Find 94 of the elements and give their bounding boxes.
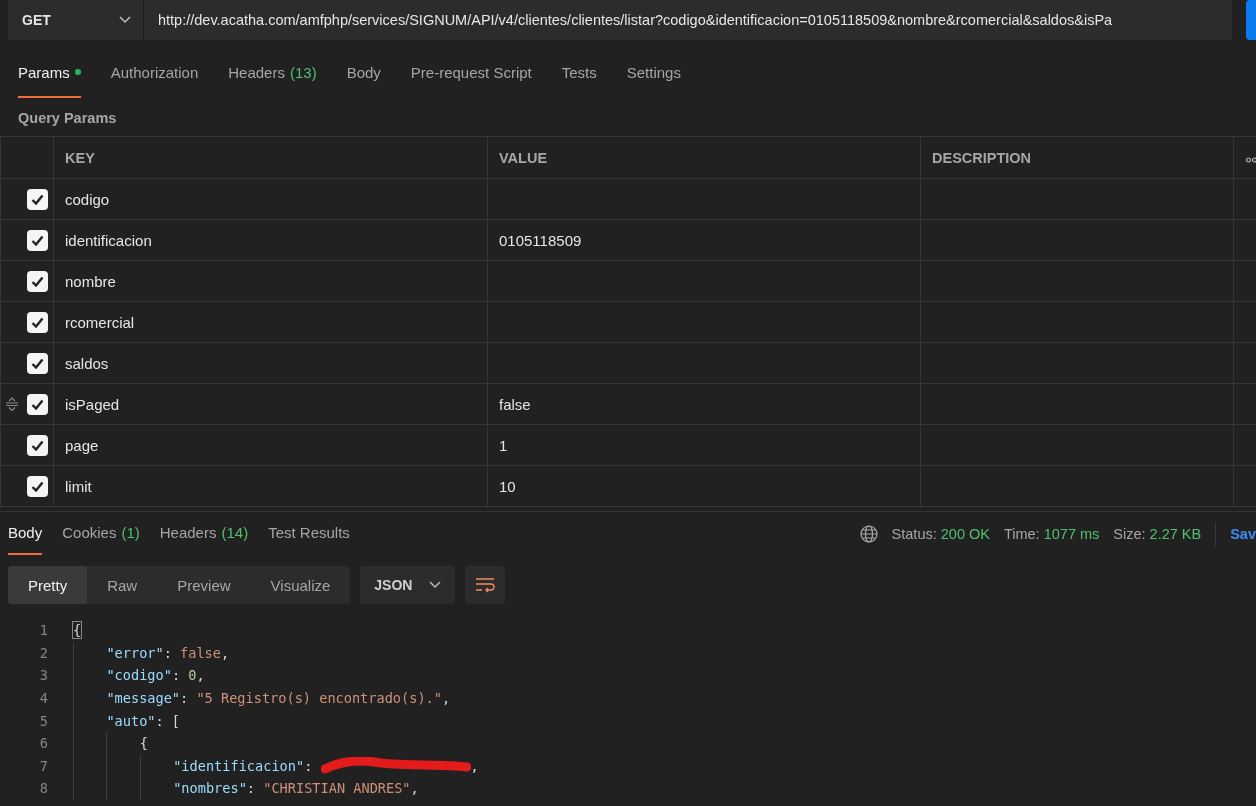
checkmark-icon	[31, 234, 44, 246]
request-tab[interactable]: Pre-request Script	[410, 48, 532, 98]
view-mode-tab[interactable]: Pretty	[8, 566, 88, 604]
checkbox[interactable]	[27, 229, 48, 251]
checkbox[interactable]	[27, 311, 48, 333]
section-title: Query Params	[18, 110, 117, 126]
view-mode-tab[interactable]: Raw	[87, 566, 158, 604]
request-tab[interactable]: Headers (13)	[228, 48, 317, 98]
line-number: 6	[38, 735, 48, 752]
code-token: ,	[410, 780, 419, 797]
line-number: 8	[38, 780, 48, 797]
line-number: 1	[38, 622, 48, 639]
request-tab[interactable]: Authorization	[110, 48, 199, 98]
line-number: 2	[38, 644, 48, 661]
code-token: false	[180, 644, 221, 661]
code-token: :	[171, 667, 182, 684]
checkmark-icon	[31, 193, 44, 205]
line-number: 7	[38, 757, 48, 774]
code-token: :	[304, 757, 314, 774]
wrap-lines-icon[interactable]	[465, 566, 506, 604]
checkbox[interactable]	[27, 352, 48, 374]
param-key: rcomercial	[65, 313, 135, 331]
chevron-down-icon	[429, 581, 442, 589]
code-token: :	[180, 690, 190, 707]
checkmark-icon	[31, 316, 44, 328]
column-header: DESCRIPTION	[932, 149, 1032, 166]
param-key: isPaged	[65, 395, 120, 413]
param-key: page	[65, 436, 99, 454]
checkmark-icon	[31, 480, 44, 492]
checkbox[interactable]	[27, 475, 48, 497]
param-value: 0105118509	[499, 231, 582, 249]
checkbox[interactable]	[27, 393, 48, 415]
column-header: KEY	[65, 149, 95, 166]
code-token: "message"	[106, 690, 181, 707]
code-token: 0	[188, 667, 197, 684]
request-tab[interactable]: Tests	[561, 48, 597, 98]
response-tab[interactable]: Cookies (1)	[62, 512, 140, 555]
code-token: {	[139, 735, 148, 752]
code-token: "codigo"	[106, 667, 172, 684]
request-tab[interactable]: Body	[346, 48, 381, 98]
checkmark-icon	[31, 357, 44, 369]
response-tab[interactable]: Test Results	[268, 512, 350, 555]
checkbox[interactable]	[27, 188, 48, 210]
view-mode-tab[interactable]: Visualize	[250, 566, 351, 604]
param-value: 10	[499, 477, 516, 495]
checkmark-icon	[31, 398, 44, 410]
code-token: ,	[441, 690, 451, 707]
chevron-down-icon	[119, 16, 131, 24]
code-token: "nombres"	[173, 780, 247, 797]
column-header: VALUE	[499, 149, 548, 166]
param-value: false	[499, 395, 531, 413]
code-token: "identificacion"	[173, 757, 305, 774]
code-token: :	[246, 780, 257, 797]
stat-value: 2.27 KB	[1149, 525, 1202, 542]
stat-label: Time:	[1003, 525, 1040, 542]
code-token: :	[163, 644, 173, 661]
request-tab[interactable]: Params	[18, 48, 81, 98]
url-field[interactable]: http://dev.acatha.com/amfphp/services/SIGNUM/API/v4/clientes/clientes/listar?codigo&identificacion=0105118509&nombre&rcomercial&saldos&isPa	[144, 0, 1232, 40]
checkbox[interactable]	[27, 434, 48, 456]
stat-label: Size:	[1113, 525, 1146, 542]
param-key: identificacion	[65, 231, 152, 249]
request-tab[interactable]: Settings	[626, 48, 681, 98]
stat-label: Status:	[891, 525, 937, 542]
checkbox[interactable]	[27, 270, 48, 292]
method-dropdown[interactable]: GET	[8, 0, 144, 40]
stat-value: 200 OK	[940, 525, 990, 542]
globe-icon[interactable]	[859, 524, 878, 543]
save-link[interactable]: Sav	[1230, 525, 1256, 542]
code-token: "auto"	[106, 712, 156, 729]
code-token: : [	[155, 712, 181, 729]
code-token: "CHRISTIAN ANDRES"	[263, 780, 411, 797]
more-icon[interactable]	[1246, 156, 1256, 163]
param-key: codigo	[65, 190, 110, 208]
code-token: "error"	[106, 644, 164, 661]
code-token: "5 Registro(s) encontrado(s)."	[196, 690, 442, 707]
param-key: saldos	[65, 354, 109, 372]
checkmark-icon	[31, 275, 44, 287]
stat-value: 1077 ms	[1043, 525, 1100, 542]
drag-handle-icon[interactable]	[5, 397, 19, 411]
line-number: 3	[38, 667, 48, 684]
format-dropdown[interactable]: JSON	[360, 566, 456, 604]
code-token: ,	[470, 757, 479, 774]
checkmark-icon	[31, 439, 44, 451]
view-mode-tab[interactable]: Preview	[157, 566, 251, 604]
param-key: nombre	[65, 272, 116, 290]
code-token: ,	[196, 667, 205, 684]
line-number: 4	[38, 690, 48, 707]
response-tab[interactable]: Headers (14)	[159, 512, 249, 555]
code-token: {	[73, 622, 82, 639]
line-number: 5	[38, 712, 48, 729]
param-value: 1	[499, 436, 508, 454]
param-key: limit	[65, 477, 92, 495]
response-tab[interactable]: Body	[8, 512, 43, 555]
code-token: ,	[221, 644, 230, 661]
